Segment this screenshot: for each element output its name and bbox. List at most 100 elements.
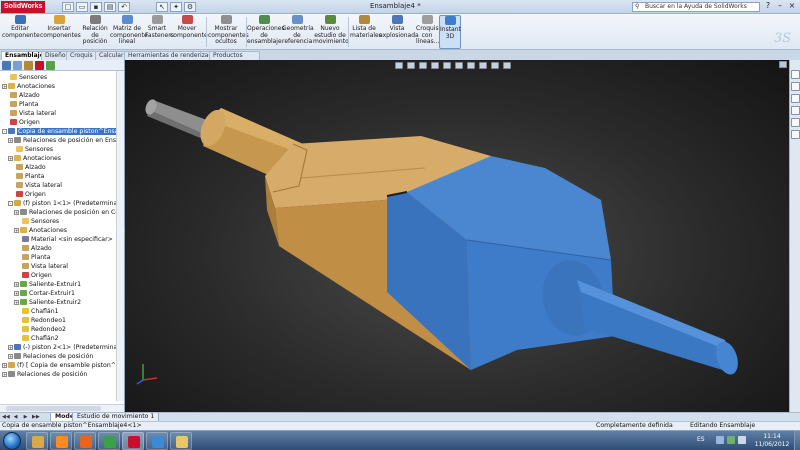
tree-row[interactable]: Chaflán2 — [14, 334, 59, 343]
tree-row[interactable]: Sensores — [8, 145, 53, 154]
tab-croquis[interactable]: Croquis — [66, 51, 97, 60]
select-icon[interactable]: ↖ — [156, 2, 168, 12]
tab-calcular[interactable]: Calcular — [95, 51, 128, 60]
property-manager-tab-icon[interactable] — [13, 61, 22, 70]
tree-row[interactable]: - (f) piston 1<1> (Predeterminado) — [8, 199, 124, 208]
print-icon[interactable]: ▤ — [104, 2, 116, 12]
first-tab-icon[interactable]: ◀◀ — [2, 414, 10, 421]
section-view-icon[interactable] — [431, 62, 439, 69]
mostrar-componentes-ocultos-button[interactable]: Mostrar componentes ocultos — [208, 15, 249, 49]
tree-row[interactable]: Chaflán1 — [14, 307, 59, 316]
view-palette-icon[interactable] — [791, 106, 800, 115]
tree-row[interactable]: Material <sin especificar> — [14, 235, 113, 244]
tree-row[interactable]: Vista lateral — [2, 109, 56, 118]
expand-toggle-icon[interactable]: + — [8, 138, 13, 143]
display-manager-tab-icon[interactable] — [46, 61, 55, 70]
rebuild-icon[interactable]: ✦ — [170, 2, 182, 12]
options-icon[interactable]: ⚙ — [184, 2, 196, 12]
tree-row[interactable]: - Copia de ensamble piston^Ensamblaje4<1> — [2, 127, 124, 136]
appearances-icon[interactable] — [791, 118, 800, 127]
taskbar-app-folder[interactable] — [170, 432, 192, 450]
show-desktop-button[interactable] — [794, 431, 800, 450]
tree-row[interactable]: + Saliente-Extruir1 — [14, 280, 81, 289]
close-icon[interactable]: × — [786, 1, 798, 12]
taskbar-app-firefox[interactable] — [74, 432, 96, 450]
nuevo-estudio-de-movimiento-button[interactable]: Nuevo estudio de movimiento — [313, 15, 349, 49]
tree-row[interactable]: Origen — [2, 118, 40, 127]
last-tab-icon[interactable]: ▶▶ — [32, 414, 40, 421]
help-search-input[interactable]: ⚲ Buscar en la Ayuda de SolidWorks — [632, 2, 760, 12]
tree-row[interactable]: + Relaciones de posición — [2, 370, 87, 379]
viewport-maximize-icon[interactable] — [779, 61, 787, 68]
mover-componente-button[interactable]: Mover componente — [170, 15, 208, 49]
expand-toggle-icon[interactable]: + — [14, 228, 19, 233]
tray-expand-icon[interactable] — [716, 436, 724, 444]
collapse-toggle-icon[interactable]: - — [2, 129, 7, 134]
tree-row[interactable]: Sensores — [14, 217, 59, 226]
operaciones-de-ensamblaje-button[interactable]: Operaciones de ensamblaje — [247, 15, 285, 49]
tree-row[interactable]: Sensores — [2, 73, 47, 82]
expand-toggle-icon[interactable]: + — [8, 156, 13, 161]
tree-row[interactable]: + Anotaciones — [14, 226, 67, 235]
expand-toggle-icon[interactable]: + — [8, 345, 13, 350]
network-icon[interactable] — [727, 436, 735, 444]
configuration-manager-tab-icon[interactable] — [24, 61, 33, 70]
view-orientation-icon[interactable] — [443, 62, 451, 69]
lista-de-materiales-button[interactable]: Lista de materiales — [350, 15, 382, 49]
display-style-icon[interactable] — [455, 62, 463, 69]
file-explorer-icon[interactable] — [791, 94, 800, 103]
save-icon[interactable]: ▪ — [90, 2, 102, 12]
vista-explosionada-button[interactable]: Vista explosionada — [379, 15, 419, 49]
prev-tab-icon[interactable]: ◀ — [12, 414, 19, 421]
tree-row[interactable]: + Cortar-Extruir1 — [14, 289, 75, 298]
feature-manager-tab-icon[interactable] — [2, 61, 11, 70]
smart-fasteners-button[interactable]: Smart Fasteners — [145, 15, 174, 49]
tree-row[interactable]: + Anotaciones — [8, 154, 61, 163]
clock[interactable]: 11:14 11/06/2012 — [752, 433, 792, 448]
expand-toggle-icon[interactable]: + — [8, 354, 13, 359]
tree-row[interactable]: Origen — [14, 271, 52, 280]
undo-icon[interactable]: ↶ — [118, 2, 130, 12]
expand-toggle-icon[interactable]: + — [14, 300, 19, 305]
tree-row[interactable]: Vista lateral — [14, 262, 68, 271]
croquis-con-lineas-button[interactable]: Croquis con líneas... — [416, 15, 439, 49]
graphics-viewport[interactable] — [125, 60, 789, 412]
tree-row[interactable]: Origen — [8, 190, 46, 199]
next-tab-icon[interactable]: ▶ — [22, 414, 29, 421]
expand-toggle-icon[interactable]: + — [2, 84, 7, 89]
volume-icon[interactable] — [738, 436, 746, 444]
tree-row[interactable]: Alzado — [8, 163, 46, 172]
insertar-componentes-button[interactable]: Insertar componentes — [40, 15, 81, 49]
tree-row[interactable]: + Saliente-Extruir2 — [14, 298, 81, 307]
open-icon[interactable]: ▭ — [76, 2, 88, 12]
editar-componente-button[interactable]: Editar componente — [2, 15, 40, 49]
tree-horizontal-scrollbar[interactable] — [0, 404, 124, 412]
edit-appearance-icon[interactable] — [479, 62, 487, 69]
taskbar-app-solidworks[interactable] — [122, 432, 144, 450]
solidworks-logo[interactable]: SolidWorks — [1, 1, 46, 13]
expand-toggle-icon[interactable]: + — [2, 372, 7, 377]
expand-toggle-icon[interactable]: + — [14, 210, 19, 215]
tree-row[interactable]: Vista lateral — [8, 181, 62, 190]
taskbar-app-media-player[interactable] — [50, 432, 72, 450]
tree-row[interactable]: + (-) piston 2<1> (Predeterminado) — [8, 343, 124, 352]
tree-row[interactable]: Alzado — [14, 244, 52, 253]
minimize-icon[interactable]: – — [774, 1, 786, 12]
tree-row[interactable]: + Relaciones de posición en Copia — [14, 208, 124, 217]
tree-row[interactable]: Redondeo1 — [14, 316, 66, 325]
tree-row[interactable]: + Relaciones de posición en Ensamblaje4 — [8, 136, 124, 145]
tree-row[interactable]: Planta — [2, 100, 38, 109]
design-library-icon[interactable] — [791, 82, 800, 91]
taskbar-app-chrome-like[interactable] — [98, 432, 120, 450]
start-button-icon[interactable] — [3, 432, 21, 450]
tree-row[interactable]: + (f) [ Copia de ensamble piston^Ensambla… — [2, 361, 124, 370]
tree-row[interactable]: + Anotaciones — [2, 82, 55, 91]
expand-toggle-icon[interactable]: + — [14, 291, 19, 296]
taskbar-app-explorer[interactable] — [26, 432, 48, 450]
custom-properties-icon[interactable] — [791, 130, 800, 139]
tab-productos-office[interactable]: Productos Office — [209, 51, 260, 67]
solidworks-resources-icon[interactable] — [791, 70, 800, 79]
instant-3d-button[interactable]: Instant 3D — [439, 15, 461, 49]
geometria-de-referencia-button[interactable]: Geometría de referencia — [282, 15, 314, 49]
expand-toggle-icon[interactable]: + — [2, 363, 7, 368]
